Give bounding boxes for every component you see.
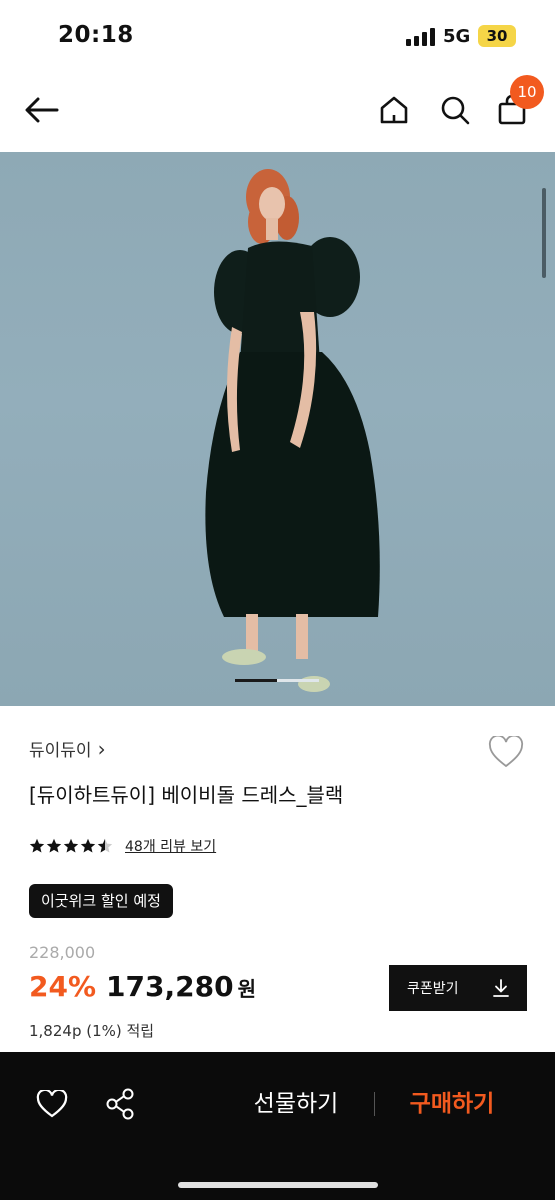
coupon-download-button[interactable]: 쿠폰받기 [389, 965, 527, 1011]
wishlist-button[interactable] [486, 732, 526, 772]
image-pager [235, 679, 319, 682]
star-full-icon [29, 838, 45, 853]
signal-bars-icon [406, 28, 436, 46]
cart-count-badge: 10 [510, 75, 544, 109]
star-full-icon [46, 838, 62, 853]
battery-icon: 30 [478, 25, 516, 47]
price-row: 24% 173,280 원 [29, 970, 256, 1003]
pager-inactive-segment [277, 679, 319, 682]
scroll-indicator [542, 188, 546, 278]
sale-price: 173,280 [106, 970, 234, 1003]
product-image[interactable] [0, 152, 555, 706]
heart-icon [36, 1090, 68, 1118]
gift-button[interactable]: 선물하기 [236, 1082, 356, 1126]
product-title: [듀이하트듀이] 베이비돌 드레스_블랙 [29, 783, 344, 807]
star-full-icon [63, 838, 79, 853]
buy-button[interactable]: 구매하기 [392, 1082, 512, 1126]
top-nav: 10 [0, 72, 555, 152]
home-button[interactable] [372, 88, 416, 132]
promo-badge: 이굿위크 할인 예정 [29, 884, 173, 918]
star-full-icon [80, 838, 96, 853]
network-label: 5G [443, 26, 471, 47]
review-link[interactable]: 48개 리뷰 보기 [125, 836, 216, 856]
download-icon [493, 979, 509, 997]
currency-unit: 원 [237, 977, 256, 1001]
heart-outline-icon [488, 736, 524, 768]
home-icon [380, 96, 408, 124]
share-icon [106, 1088, 134, 1120]
original-price: 228,000 [29, 943, 96, 962]
search-icon [441, 96, 470, 125]
status-time: 20:18 [58, 22, 134, 48]
like-button[interactable] [30, 1082, 74, 1126]
divider [374, 1092, 375, 1116]
discount-rate: 24% [29, 970, 97, 1003]
search-button[interactable] [433, 88, 477, 132]
brand-link[interactable]: 듀이듀이 › [29, 736, 106, 762]
pager-active-segment [235, 679, 277, 682]
share-button[interactable] [98, 1082, 142, 1126]
rating-row: 48개 리뷰 보기 [29, 836, 216, 856]
star-rating [29, 838, 113, 854]
back-arrow-icon [25, 97, 59, 123]
chevron-right-icon: › [97, 736, 106, 761]
model-wearing-dress-illustration [205, 169, 380, 692]
star-half-icon [97, 838, 113, 853]
bottom-action-bar: 선물하기 구매하기 [0, 1052, 555, 1200]
brand-name: 듀이듀이 [29, 741, 92, 761]
reward-points: 1,824p (1%) 적립 [29, 1022, 155, 1040]
back-button[interactable] [20, 88, 64, 132]
coupon-button-label: 쿠폰받기 [407, 981, 459, 997]
status-bar: 20:18 5G 30 [0, 0, 555, 72]
home-indicator[interactable] [178, 1182, 378, 1188]
